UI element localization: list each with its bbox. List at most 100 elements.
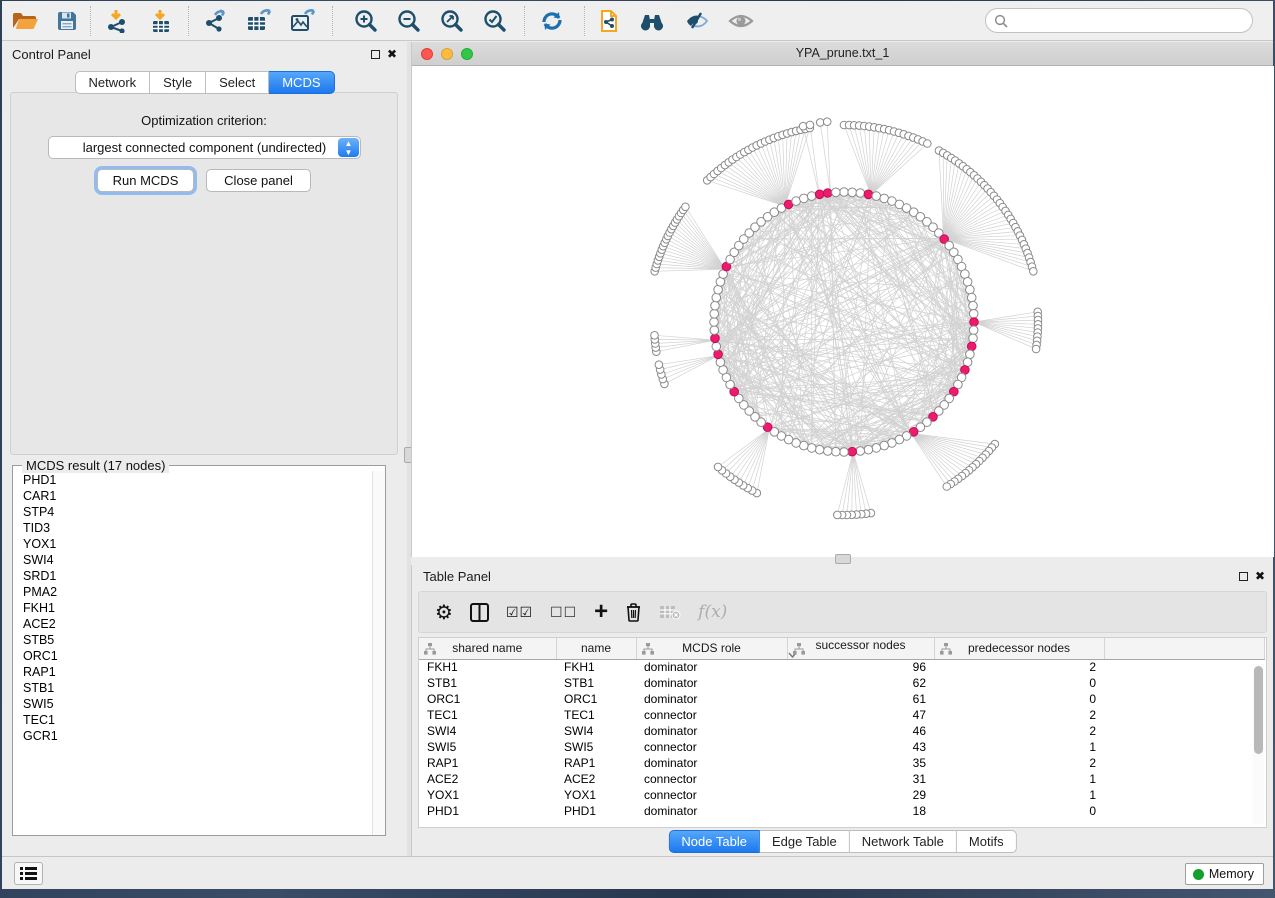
network-node[interactable] xyxy=(807,192,816,201)
network-node[interactable] xyxy=(856,447,865,456)
clone-network-button[interactable] xyxy=(594,5,628,37)
mcds-node-item[interactable]: ACE2 xyxy=(14,616,372,632)
deselect-all-button[interactable]: ☐☐ xyxy=(550,599,577,625)
mcds-node-item[interactable]: STP4 xyxy=(14,504,372,520)
network-node[interactable] xyxy=(806,121,814,129)
network-node[interactable] xyxy=(799,122,807,130)
network-node-dominator[interactable] xyxy=(823,189,832,198)
column-header-shared-name[interactable]: shared name xyxy=(419,638,556,659)
table-cell[interactable]: STB1 xyxy=(556,675,636,691)
export-network-button[interactable] xyxy=(198,5,232,37)
float-panel-icon[interactable] xyxy=(1239,572,1248,581)
network-node[interactable] xyxy=(710,318,719,327)
column-header-predecessor-nodes[interactable]: predecessor nodes xyxy=(934,638,1104,659)
mcds-node-item[interactable]: YOX1 xyxy=(14,536,372,552)
run-mcds-button[interactable]: Run MCDS xyxy=(97,169,194,192)
zoom-fit-button[interactable] xyxy=(435,5,469,37)
network-node[interactable] xyxy=(872,192,881,201)
mcds-node-item[interactable]: SRD1 xyxy=(14,568,372,584)
table-row[interactable]: SWI5SWI5connector431 xyxy=(419,739,1265,755)
table-cell[interactable]: YOX1 xyxy=(419,787,556,803)
tab-network[interactable]: Network xyxy=(74,71,150,94)
mcds-node-item[interactable]: TEC1 xyxy=(14,712,372,728)
network-node[interactable] xyxy=(682,203,690,211)
import-table-button[interactable] xyxy=(144,5,178,37)
network-node[interactable] xyxy=(856,189,865,198)
table-cell[interactable]: 2 xyxy=(934,707,1104,723)
network-node-dominator[interactable] xyxy=(864,190,873,199)
table-cell[interactable]: 43 xyxy=(787,739,934,755)
table-cell[interactable]: dominator xyxy=(636,755,787,771)
export-image-button[interactable] xyxy=(286,5,320,37)
criterion-dropdown[interactable]: largest connected component (undirected)… xyxy=(48,136,361,159)
network-node[interactable] xyxy=(710,326,719,335)
network-node[interactable] xyxy=(924,140,932,148)
open-file-button[interactable] xyxy=(8,5,42,37)
network-node[interactable] xyxy=(848,188,857,197)
table-cell[interactable]: SWI4 xyxy=(556,723,636,739)
network-node[interactable] xyxy=(967,293,976,302)
close-panel-icon[interactable]: ✖ xyxy=(387,49,397,59)
table-cell[interactable]: connector xyxy=(636,787,787,803)
table-cell[interactable]: 61 xyxy=(787,691,934,707)
mcds-node-item[interactable]: STB1 xyxy=(14,680,372,696)
network-node[interactable] xyxy=(651,332,659,340)
table-cell[interactable]: RAP1 xyxy=(419,755,556,771)
table-cell[interactable]: SWI4 xyxy=(419,723,556,739)
network-node[interactable] xyxy=(943,483,951,491)
preview-button[interactable] xyxy=(724,5,758,37)
network-node[interactable] xyxy=(840,448,849,457)
network-node[interactable] xyxy=(800,194,809,203)
tab-node-table[interactable]: Node Table xyxy=(668,830,760,853)
network-node-dominator[interactable] xyxy=(967,342,976,351)
network-node-dominator[interactable] xyxy=(848,447,857,456)
mcds-node-item[interactable]: FKH1 xyxy=(14,600,372,616)
table-row[interactable]: ORC1ORC1dominator610 xyxy=(419,691,1265,707)
network-node[interactable] xyxy=(864,445,873,454)
mcds-node-item[interactable]: PHD1 xyxy=(14,472,372,488)
mcds-node-item[interactable]: SWI4 xyxy=(14,552,372,568)
table-cell[interactable]: FKH1 xyxy=(419,659,556,675)
network-node[interactable] xyxy=(966,285,975,294)
table-cell[interactable]: 0 xyxy=(934,691,1104,707)
close-panel-button[interactable]: Close panel xyxy=(206,169,311,192)
table-cell[interactable]: 2 xyxy=(934,723,1104,739)
table-cell[interactable]: 1 xyxy=(934,739,1104,755)
table-cell[interactable]: ACE2 xyxy=(556,771,636,787)
search-network-button[interactable] xyxy=(635,5,669,37)
network-node[interactable] xyxy=(712,293,721,302)
network-node[interactable] xyxy=(832,447,841,456)
table-cell[interactable]: 2 xyxy=(934,755,1104,771)
column-header-successor-nodes[interactable]: successor nodes xyxy=(787,638,934,659)
table-cell[interactable]: 35 xyxy=(787,755,934,771)
tab-mcds[interactable]: MCDS xyxy=(269,71,334,94)
network-node-dominator[interactable] xyxy=(711,334,720,343)
network-node[interactable] xyxy=(840,188,849,197)
table-row[interactable]: FKH1FKH1dominator962 xyxy=(419,659,1265,675)
mcds-node-item[interactable]: ORC1 xyxy=(14,648,372,664)
table-cell[interactable]: 1 xyxy=(934,771,1104,787)
network-node[interactable] xyxy=(880,441,889,450)
tab-motifs[interactable]: Motifs xyxy=(957,830,1017,853)
table-cell[interactable]: SWI5 xyxy=(556,739,636,755)
delete-table-button[interactable] xyxy=(659,599,681,625)
table-cell[interactable]: connector xyxy=(636,707,787,723)
tab-edge-table[interactable]: Edge Table xyxy=(760,830,850,853)
horizontal-split-divider[interactable] xyxy=(411,557,1273,565)
table-cell[interactable]: dominator xyxy=(636,723,787,739)
network-node[interactable] xyxy=(823,118,831,126)
network-node[interactable] xyxy=(1030,268,1038,276)
table-cell[interactable]: STB1 xyxy=(419,675,556,691)
table-cell[interactable]: 18 xyxy=(787,803,934,819)
network-node[interactable] xyxy=(872,444,881,453)
network-node[interactable] xyxy=(963,278,972,287)
network-window-titlebar[interactable]: YPA_prune.txt_1 xyxy=(412,42,1273,66)
table-cell[interactable]: 0 xyxy=(934,675,1104,691)
zoom-selected-button[interactable] xyxy=(478,5,512,37)
table-cell[interactable]: 29 xyxy=(787,787,934,803)
table-cell[interactable]: TEC1 xyxy=(556,707,636,723)
table-scrollbar-thumb[interactable] xyxy=(1254,666,1263,754)
mcds-node-item[interactable]: PMA2 xyxy=(14,584,372,600)
table-cell[interactable]: RAP1 xyxy=(556,755,636,771)
refresh-view-button[interactable] xyxy=(535,5,569,37)
